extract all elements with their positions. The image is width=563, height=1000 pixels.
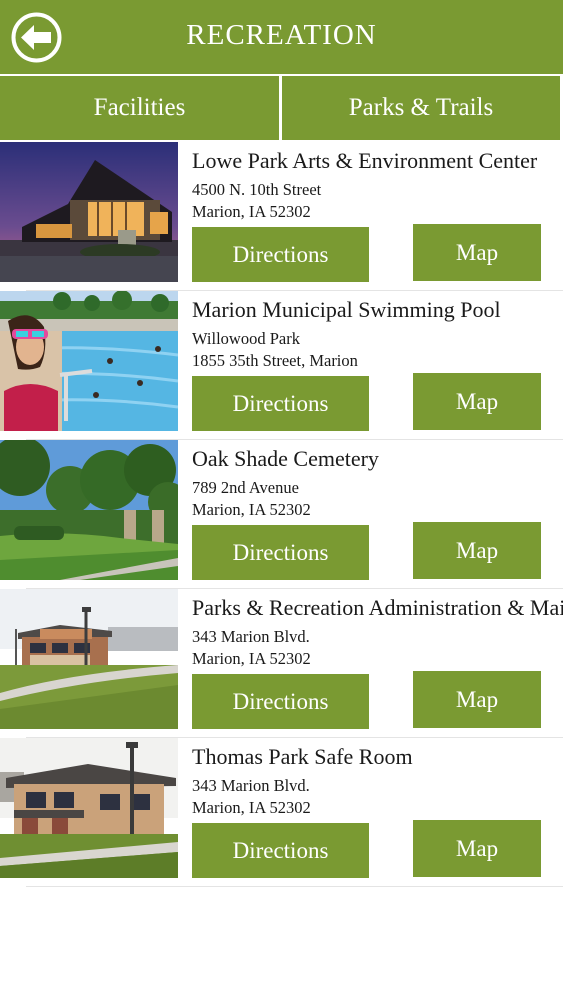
- map-button[interactable]: Map: [413, 224, 541, 281]
- directions-button[interactable]: Directions: [192, 525, 369, 580]
- facility-address-line1: Willowood Park: [192, 329, 300, 348]
- cemetery-photo: [0, 440, 178, 580]
- directions-button[interactable]: Directions: [192, 376, 369, 431]
- safe-room-building-photo: [0, 738, 178, 878]
- map-button[interactable]: Map: [413, 820, 541, 877]
- facility-name: Oak Shade Cemetery: [192, 446, 379, 471]
- facility-address-line1: 343 Marion Blvd.: [192, 627, 310, 646]
- facility-address-line1: 789 2nd Avenue: [192, 478, 299, 497]
- facility-address-line1: 4500 N. 10th Street: [192, 180, 322, 199]
- map-button[interactable]: Map: [413, 373, 541, 430]
- facility-name: Lowe Park Arts & Environment Center: [192, 148, 538, 173]
- facility-address-line2: Marion, IA 52302: [192, 202, 311, 221]
- facility-row: Marion Municipal Swimming Pool Willowood…: [0, 291, 563, 440]
- directions-button[interactable]: Directions: [192, 674, 369, 729]
- map-button[interactable]: Map: [413, 522, 541, 579]
- facility-address-line2: 1855 35th Street, Marion: [192, 351, 358, 370]
- map-button[interactable]: Map: [413, 671, 541, 728]
- tab-bar: Facilities Parks & Trails: [0, 74, 563, 142]
- facility-row: Oak Shade Cemetery 789 2nd Avenue Marion…: [0, 440, 563, 589]
- header-bar: RECREATION: [0, 0, 563, 74]
- page-title: RECREATION: [186, 19, 377, 51]
- facility-name: Marion Municipal Swimming Pool: [192, 297, 501, 322]
- lowe-park-building-photo: [0, 142, 178, 282]
- facility-row: Thomas Park Safe Room 343 Marion Blvd. M…: [0, 738, 563, 887]
- tab-facilities[interactable]: Facilities: [0, 76, 279, 140]
- row-divider: [26, 886, 563, 887]
- tab-parks-trails[interactable]: Parks & Trails: [282, 76, 560, 140]
- facility-name: Parks & Recreation Administration & Main…: [192, 595, 563, 620]
- directions-button[interactable]: Directions: [192, 823, 369, 878]
- facility-list: Lowe Park Arts & Environment Center 4500…: [0, 142, 563, 887]
- facility-address-line2: Marion, IA 52302: [192, 500, 311, 519]
- directions-button[interactable]: Directions: [192, 227, 369, 282]
- administration-building-photo: [0, 589, 178, 729]
- facility-name: Thomas Park Safe Room: [192, 744, 413, 769]
- facility-row: Lowe Park Arts & Environment Center 4500…: [0, 142, 563, 291]
- facility-address-line1: 343 Marion Blvd.: [192, 776, 310, 795]
- swimming-pool-photo: [0, 291, 178, 431]
- facility-row: Parks & Recreation Administration & Main…: [0, 589, 563, 738]
- app-screen: RECREATION Facilities Parks & Trails Low…: [0, 0, 563, 1000]
- facility-address-line2: Marion, IA 52302: [192, 798, 311, 817]
- facility-address-line2: Marion, IA 52302: [192, 649, 311, 668]
